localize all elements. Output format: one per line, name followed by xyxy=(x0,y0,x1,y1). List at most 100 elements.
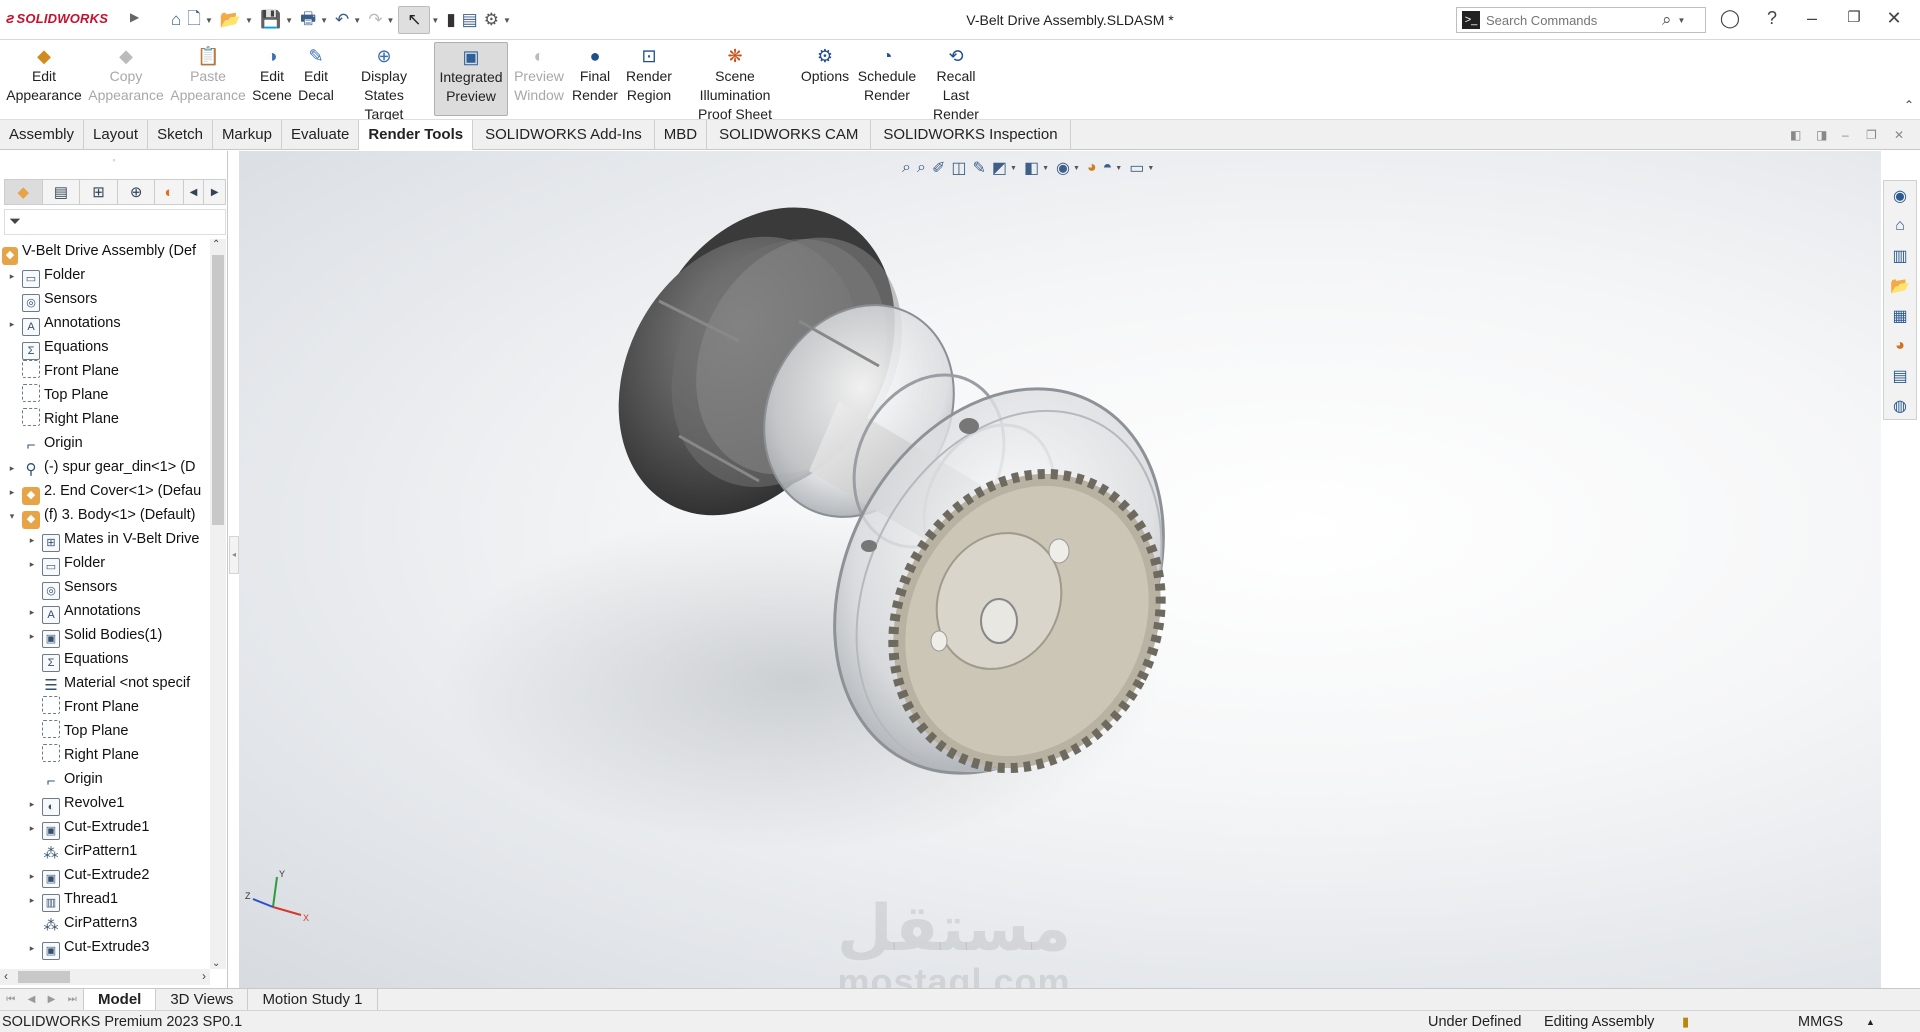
search-input[interactable] xyxy=(1486,12,1656,28)
scroll-down-icon[interactable]: ⌄ xyxy=(212,958,220,969)
solidworks-forum-icon[interactable]: ◍ xyxy=(1884,391,1916,421)
expand-toggle-icon[interactable]: ▸ xyxy=(6,264,18,288)
search-icon[interactable]: ⌕ xyxy=(1662,10,1672,30)
render-region-button[interactable]: ⊡ Render Region xyxy=(624,42,674,116)
tab-render-tools[interactable]: Render Tools xyxy=(359,120,474,150)
tree-item[interactable]: Top Plane xyxy=(26,719,129,743)
select-pointer-icon[interactable]: ↖ xyxy=(398,6,431,34)
scroll-thumb[interactable] xyxy=(212,255,224,525)
tree-item[interactable]: ◎ Sensors xyxy=(26,575,117,600)
chevron-up-icon[interactable]: ▲ xyxy=(1866,1011,1875,1032)
expand-toggle-icon[interactable]: ▸ xyxy=(6,480,18,504)
tree-item[interactable]: Right Plane xyxy=(26,743,139,767)
traffic-light-rebuild-icon[interactable]: ▮ xyxy=(443,6,458,34)
expand-toggle-icon[interactable]: ▸ xyxy=(26,888,38,912)
options-button[interactable]: ⚙ Options xyxy=(798,42,852,116)
tree-horizontal-scrollbar[interactable]: ‹ › xyxy=(0,969,210,985)
featuremanager-tree-tab-icon[interactable]: ◆ xyxy=(5,180,43,204)
appearances-scenes-icon[interactable]: ◕ xyxy=(1884,331,1916,361)
undo-icon[interactable]: ↶ xyxy=(332,6,352,34)
design-library-icon[interactable]: ▥ xyxy=(1884,241,1916,271)
view-palette-icon[interactable]: ▦ xyxy=(1884,301,1916,331)
expand-toggle-icon[interactable]: ▸ xyxy=(26,936,38,960)
tree-item[interactable]: ▸ ⚲ (-) spur gear_din<1> (D xyxy=(6,455,196,479)
chevron-down-icon[interactable]: ▼ xyxy=(1678,16,1686,25)
minimize-icon[interactable]: – xyxy=(1800,8,1824,29)
collapse-ribbon-icon[interactable]: ⌃ xyxy=(1904,98,1914,112)
redo-icon[interactable]: ↷ xyxy=(365,6,385,34)
schedule-render-button[interactable]: ◔ Schedule Render xyxy=(856,42,918,116)
next-tab-icon[interactable]: ▶ xyxy=(48,994,56,1005)
doc-close-icon[interactable]: ✕ xyxy=(1894,128,1904,142)
tree-item[interactable]: ▸ ▭ Folder xyxy=(26,551,105,576)
tree-item[interactable]: ▸ ▥ Thread1 xyxy=(26,887,118,912)
panel-splitter-handle[interactable]: ◂ xyxy=(229,536,239,574)
expand-toggle-icon[interactable]: ▸ xyxy=(6,312,18,336)
expand-toggle-icon[interactable]: ▸ xyxy=(26,624,38,648)
tab-solidworks-add-ins[interactable]: SOLIDWORKS Add-Ins xyxy=(473,120,655,150)
tree-item[interactable]: ▸ ⊞ Mates in V-Belt Drive xyxy=(26,527,199,552)
tab-solidworks-inspection[interactable]: SOLIDWORKS Inspection xyxy=(871,120,1071,150)
tree-item[interactable]: ▾ ◆ (f) 3. Body<1> (Default) xyxy=(6,503,196,529)
new-document-icon[interactable]: 🗋 xyxy=(184,6,204,34)
tree-filter[interactable]: ⏷ xyxy=(4,209,226,235)
tree-item[interactable]: Σ Equations xyxy=(26,647,129,672)
tree-item[interactable]: ⌐ Origin xyxy=(6,431,83,455)
last-tab-icon[interactable]: ⏭ xyxy=(68,994,77,1005)
dimxpertmanager-tab-icon[interactable]: ⊕ xyxy=(118,180,156,204)
chevron-down-icon[interactable]: ▼ xyxy=(353,16,361,25)
tile-left-icon[interactable]: ◧ xyxy=(1790,128,1801,142)
tree-item[interactable]: ▸ ▣ Cut-Extrude3 xyxy=(26,935,149,960)
chevron-down-icon[interactable]: ▼ xyxy=(245,16,253,25)
tree-item[interactable]: ▸ A Annotations xyxy=(6,311,121,336)
scroll-left-icon[interactable]: ‹ xyxy=(4,969,8,983)
expand-toggle-icon[interactable]: ▸ xyxy=(6,456,18,480)
doc-restore-icon[interactable]: ❐ xyxy=(1866,128,1877,142)
solidworks-resources-icon[interactable]: ◉ xyxy=(1884,181,1916,211)
final-render-button[interactable]: ● Final Render xyxy=(570,42,620,116)
tree-item[interactable]: Front Plane xyxy=(26,695,139,719)
tree-item[interactable]: Σ Equations xyxy=(6,335,109,360)
chevron-down-icon[interactable]: ▼ xyxy=(503,16,511,25)
tree-item[interactable]: Top Plane xyxy=(6,383,109,407)
chevron-down-icon[interactable]: ▼ xyxy=(285,16,293,25)
gear-icon[interactable]: ⚙ xyxy=(481,6,502,34)
recall-last-render-button[interactable]: ⟲ Recall Last Render xyxy=(922,42,990,122)
preview-window-button[interactable]: ◐ Preview Window xyxy=(512,42,566,116)
chevron-down-icon[interactable]: ▼ xyxy=(205,16,213,25)
tile-right-icon[interactable]: ◨ xyxy=(1816,128,1827,142)
scroll-left-icon[interactable]: ◀ xyxy=(184,180,205,204)
chevron-down-icon[interactable]: ▼ xyxy=(431,16,439,25)
tab-mbd[interactable]: MBD xyxy=(655,120,708,150)
panel-grip-icon[interactable]: ◦ xyxy=(0,155,228,165)
search-commands-box[interactable]: >_ ⌕ ▼ xyxy=(1456,7,1706,33)
graphics-area[interactable]: ⌕ ⌕ ✐ ◫ ✎ ◩ ▼ ◧ ▼ ◉ ▼ ◕ ◓ ▼ ▭ ▼ مستقل mo… xyxy=(239,151,1881,988)
tab-motion-study-1[interactable]: Motion Study 1 xyxy=(248,989,378,1011)
solidworks-logo[interactable]: ƨ SOLIDWORKS xyxy=(6,10,108,27)
tab-3d-views[interactable]: 3D Views xyxy=(156,989,249,1011)
edit-scene-button[interactable]: ◑ Edit Scene xyxy=(252,42,292,116)
tree-item[interactable]: ⁂ CirPattern3 xyxy=(26,911,138,935)
rebuild-indicator-icon[interactable]: ▮ xyxy=(1682,1011,1689,1032)
tree-item[interactable]: ▸ ▭ Folder xyxy=(6,263,85,288)
home-icon[interactable]: ⌂ xyxy=(1884,211,1916,241)
doc-minimize-icon[interactable]: – xyxy=(1842,128,1849,142)
first-tab-icon[interactable]: ⏮ xyxy=(6,994,15,1005)
file-explorer-icon[interactable]: 📂 xyxy=(1884,271,1916,301)
prev-tab-icon[interactable]: ◀ xyxy=(28,994,36,1005)
user-account-icon[interactable]: ◯ xyxy=(1718,8,1742,29)
file-properties-icon[interactable]: ▤ xyxy=(459,6,481,34)
tree-root-assembly[interactable]: ◆ V-Belt Drive Assembly (Def xyxy=(2,239,196,265)
display-manager-tab-icon[interactable]: ◐ xyxy=(155,180,184,204)
tree-item[interactable]: ▸ ▣ Solid Bodies(1) xyxy=(26,623,162,648)
tree-item[interactable]: ▸ ▣ Cut-Extrude1 xyxy=(26,815,149,840)
tab-solidworks-cam[interactable]: SOLIDWORKS CAM xyxy=(707,120,872,150)
tab-layout[interactable]: Layout xyxy=(84,120,149,150)
help-icon[interactable]: ? xyxy=(1760,8,1784,29)
chevron-down-icon[interactable]: ▼ xyxy=(386,16,394,25)
tree-item[interactable]: ▸ A Annotations xyxy=(26,599,141,624)
chevron-down-icon[interactable]: ▼ xyxy=(320,16,328,25)
tree-item[interactable]: ▸ ◐ Revolve1 xyxy=(26,791,124,816)
tab-assembly[interactable]: Assembly xyxy=(0,120,85,150)
tab-markup[interactable]: Markup xyxy=(213,120,282,150)
